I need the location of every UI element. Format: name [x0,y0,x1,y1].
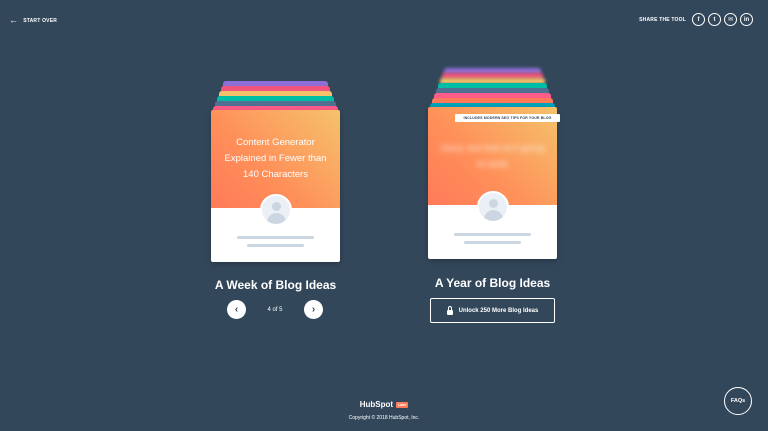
email-icon[interactable]: ✉ [724,13,737,26]
start-over-button[interactable]: ← START OVER [9,16,57,25]
faqs-button[interactable]: FAQs [724,387,752,415]
right-card-title: Sorry, but that isn't going to work [440,143,545,170]
share-label: SHARE THE TOOL [639,16,686,23]
footer: HubSpot Labs Copyright © 2018 HubSpot, I… [0,394,768,421]
labs-badge: Labs [396,401,409,408]
share-bar: SHARE THE TOOL f t ✉ in [639,13,753,26]
linkedin-icon[interactable]: in [740,13,753,26]
left-blog-card: Content Generator Explained in Fewer tha… [211,110,340,262]
pager: ‹ 4 of 5 › [227,300,323,319]
avatar-icon [476,191,509,223]
avatar-icon [259,194,292,226]
twitter-icon[interactable]: t [708,13,721,26]
facebook-icon[interactable]: f [692,13,705,26]
right-blog-card: Sorry, but that isn't going to work [428,107,557,259]
next-button[interactable]: › [304,300,323,319]
left-card-title: Content Generator Explained in Fewer tha… [224,137,327,180]
pager-count: 4 of 5 [267,306,283,313]
prev-button[interactable]: ‹ [227,300,246,319]
left-heading: A Week of Blog Ideas [214,278,337,292]
right-heading: A Year of Blog Ideas [434,276,551,290]
unlock-label: Unlock 250 More Blog Ideas [458,307,539,314]
unlock-button[interactable]: Unlock 250 More Blog Ideas [430,298,555,323]
start-over-label: START OVER [23,17,58,24]
copyright: Copyright © 2018 HubSpot, Inc. [348,415,420,421]
hubspot-logo: HubSpot Labs [359,400,409,409]
lock-icon [446,305,453,315]
seo-tips-tag: INCLUDES MODERN SEO TIPS FOR YOUR BLOG [455,114,560,122]
arrow-left-icon: ← [9,15,19,25]
